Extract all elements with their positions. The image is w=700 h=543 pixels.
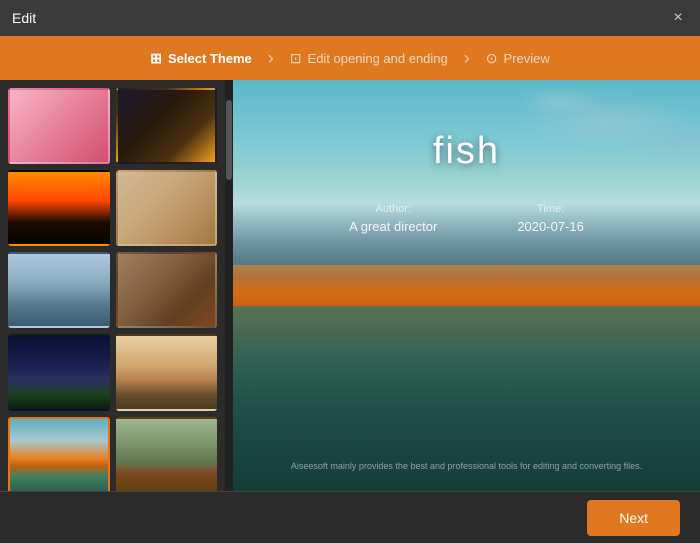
slide-title: fish [433, 130, 500, 173]
theme-thumb-8[interactable] [116, 334, 218, 410]
scrollbar[interactable] [225, 80, 233, 491]
step-edit-opening[interactable]: ⊡ Edit opening and ending [276, 50, 462, 67]
step-preview[interactable]: ⊙ Preview [472, 50, 564, 67]
slide-time: Time: 2020-07-16 [517, 203, 584, 234]
theme-thumb-9[interactable] [8, 417, 110, 492]
theme-thumb-1[interactable] [8, 88, 110, 164]
edit-icon: ⊡ [290, 50, 302, 67]
step-preview-label: Preview [504, 51, 550, 66]
close-button[interactable]: × [668, 8, 688, 28]
theme-thumb-7[interactable] [8, 334, 110, 410]
step-sep-1: › [268, 48, 274, 69]
slide-meta: Author: A great director Time: 2020-07-1… [349, 203, 584, 234]
preview-area: fish Author: A great director Time: 2020… [233, 80, 700, 491]
theme-thumb-5[interactable] [8, 252, 110, 328]
slide-footer: Aiseesoft mainly provides the best and p… [233, 461, 700, 471]
window-title: Edit [12, 10, 36, 26]
step-theme-label: Select Theme [168, 51, 252, 66]
preview-icon: ⊙ [486, 50, 498, 67]
slide-overlay: fish Author: A great director Time: 2020… [233, 80, 700, 491]
theme-panel: ↓ ↓ [0, 80, 225, 491]
time-label: Time: [517, 203, 584, 215]
scroll-thumb[interactable] [226, 100, 232, 180]
theme-thumb-10[interactable] [116, 417, 218, 492]
next-button[interactable]: Next [587, 500, 680, 536]
theme-icon: ⊞ [150, 50, 162, 67]
main-content: ↓ ↓ fish Author: A great director [0, 80, 700, 491]
theme-thumb-2[interactable] [116, 88, 218, 164]
theme-thumb-4[interactable] [116, 170, 218, 246]
title-bar: Edit × [0, 0, 700, 36]
bottom-bar: Next [0, 491, 700, 543]
theme-thumb-3[interactable] [8, 170, 110, 246]
slide-author: Author: A great director [349, 203, 437, 234]
time-value: 2020-07-16 [517, 219, 584, 234]
author-value: A great director [349, 219, 437, 234]
step-edit-label: Edit opening and ending [308, 51, 448, 66]
step-select-theme[interactable]: ⊞ Select Theme [136, 50, 266, 67]
author-label: Author: [349, 203, 437, 215]
step-bar: ⊞ Select Theme › ⊡ Edit opening and endi… [0, 36, 700, 80]
theme-thumb-6[interactable] [116, 252, 218, 328]
theme-grid: ↓ ↓ [8, 88, 217, 491]
step-sep-2: › [464, 48, 470, 69]
preview-slide: fish Author: A great director Time: 2020… [233, 80, 700, 491]
